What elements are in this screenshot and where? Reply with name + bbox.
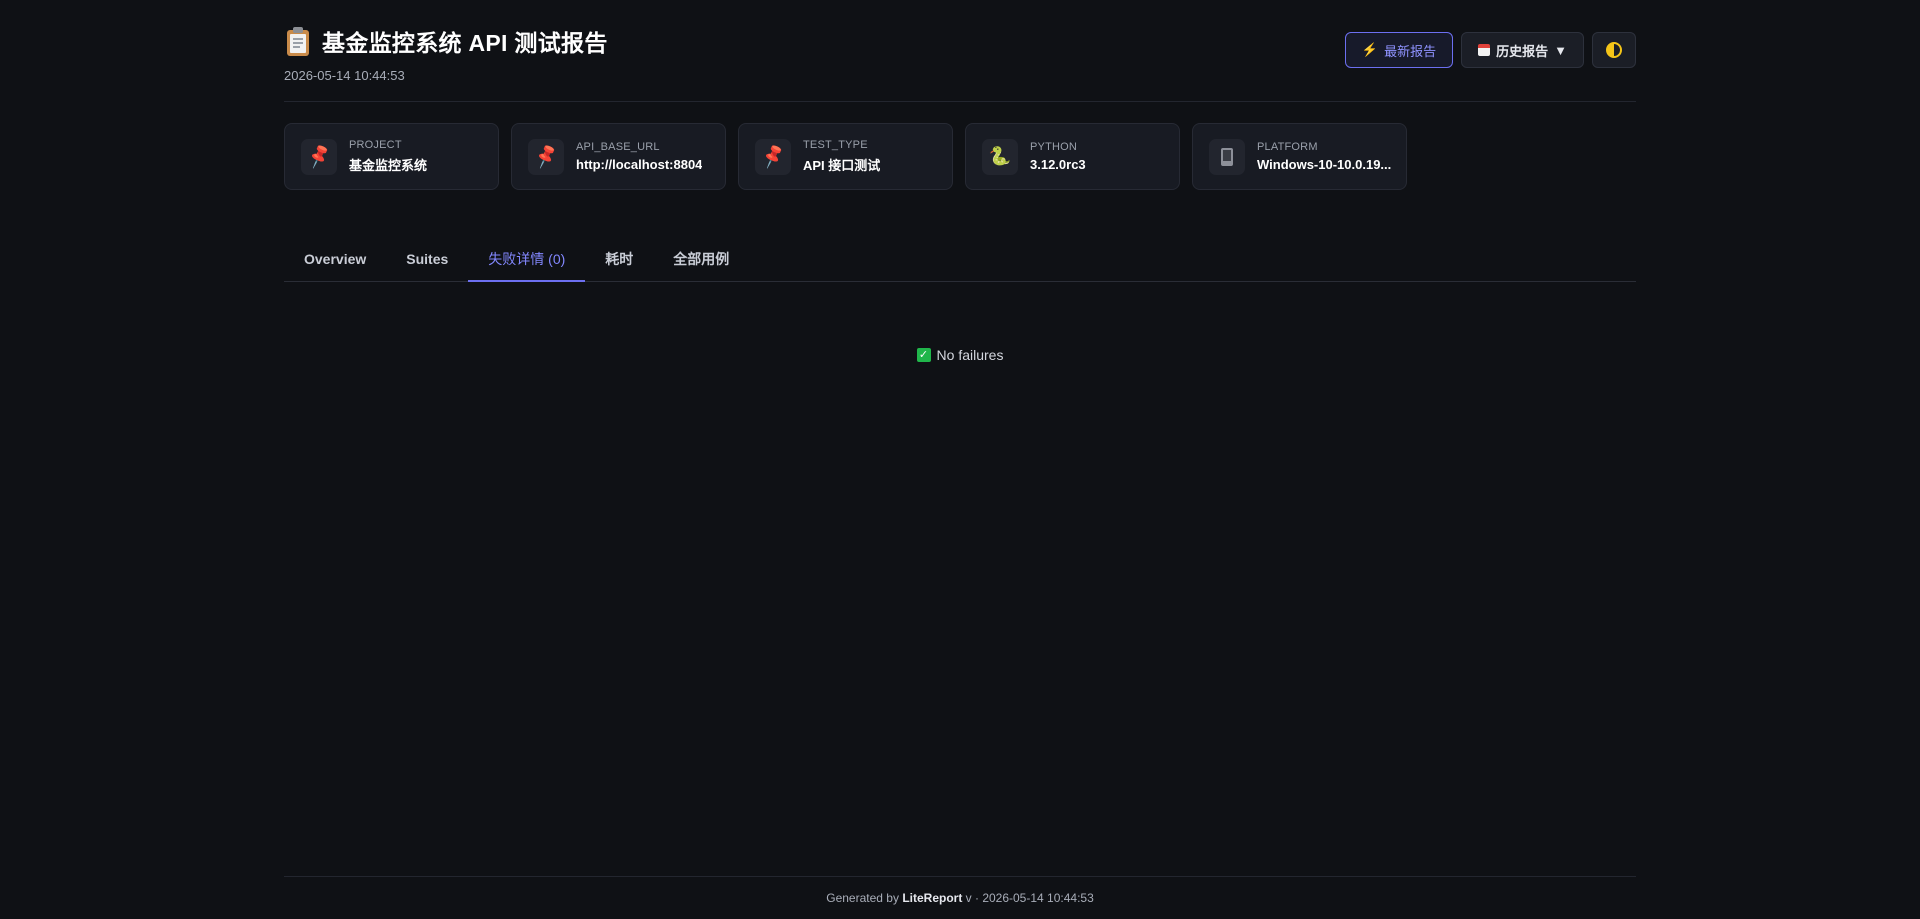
- history-report-label: 历史报告: [1496, 43, 1549, 59]
- page-title: 基金监控系统 API 测试报告: [322, 30, 608, 56]
- chevron-down-icon: ▼: [1554, 42, 1567, 58]
- latest-report-label: 最新报告: [1384, 43, 1437, 59]
- bolt-icon: ⚡: [1361, 42, 1379, 57]
- theme-toggle-button[interactable]: [1592, 32, 1636, 68]
- footer-prefix: Generated by: [826, 891, 899, 905]
- tab-all-cases[interactable]: 全部用例: [653, 240, 749, 282]
- env-card-label: API_BASE_URL: [576, 141, 660, 153]
- title-row: 基金监控系统 API 测试报告: [284, 24, 608, 58]
- env-card-python: 🐍 PYTHON 3.12.0rc3: [965, 123, 1180, 190]
- tab-suites[interactable]: Suites: [386, 240, 468, 282]
- report-header: 基金监控系统 API 测试报告 2026-05-14 10:44:53 ⚡ 最新…: [284, 0, 1636, 102]
- device-icon: [1209, 138, 1245, 175]
- env-card-label: PLATFORM: [1257, 141, 1318, 153]
- env-card-label: PROJECT: [349, 139, 402, 151]
- tab-duration[interactable]: 耗时: [585, 240, 653, 282]
- tab-overview[interactable]: Overview: [284, 240, 386, 282]
- env-card-label: PYTHON: [1030, 141, 1078, 153]
- pin-icon: 📌: [528, 138, 564, 175]
- env-card-value: 基金监控系统: [349, 158, 428, 173]
- env-card-project: 📌 PROJECT 基金监控系统: [284, 123, 499, 190]
- tab-failure-details[interactable]: 失败详情 (0): [468, 240, 586, 282]
- calendar-icon: [1478, 44, 1491, 56]
- check-icon: ✓: [916, 348, 931, 362]
- latest-report-button[interactable]: ⚡ 最新报告: [1344, 32, 1454, 68]
- env-card-label: TEST_TYPE: [803, 139, 868, 151]
- header-actions: ⚡ 最新报告 历史报告 ▼: [1344, 32, 1636, 68]
- environment-cards: 📌 PROJECT 基金监控系统 📌 API_BASE_URL http://l…: [284, 123, 1407, 190]
- pin-icon: 📌: [301, 138, 337, 175]
- clipboard-icon: [284, 26, 312, 56]
- env-card-api-base-url: 📌 API_BASE_URL http://localhost:8804: [511, 123, 726, 190]
- python-icon: 🐍: [982, 138, 1018, 175]
- footer-brand: LiteReport: [902, 891, 963, 905]
- footer-suffix: v · 2026-05-14 10:44:53: [965, 891, 1094, 905]
- env-card-value: API 接口测试: [803, 158, 881, 173]
- empty-state: ✓ No failures: [284, 347, 1636, 363]
- report-tabs: Overview Suites 失败详情 (0) 耗时 全部用例: [284, 240, 1636, 282]
- env-card-value: 3.12.0rc3: [1030, 157, 1086, 172]
- report-timestamp: 2026-05-14 10:44:53: [284, 68, 405, 83]
- theme-toggle-icon: [1606, 42, 1622, 58]
- pin-icon: 📌: [755, 138, 791, 175]
- report-page: 基金监控系统 API 测试报告 2026-05-14 10:44:53 ⚡ 最新…: [284, 0, 1636, 919]
- env-card-test-type: 📌 TEST_TYPE API 接口测试: [738, 123, 953, 190]
- page-footer: Generated by LiteReport v · 2026-05-14 1…: [284, 876, 1636, 919]
- history-report-dropdown[interactable]: 历史报告 ▼: [1461, 32, 1584, 68]
- empty-state-message: No failures: [936, 347, 1004, 363]
- env-card-value: Windows-10-10.0.19...: [1257, 157, 1392, 172]
- env-card-platform: PLATFORM Windows-10-10.0.19...: [1192, 123, 1407, 190]
- env-card-value: http://localhost:8804: [576, 157, 703, 172]
